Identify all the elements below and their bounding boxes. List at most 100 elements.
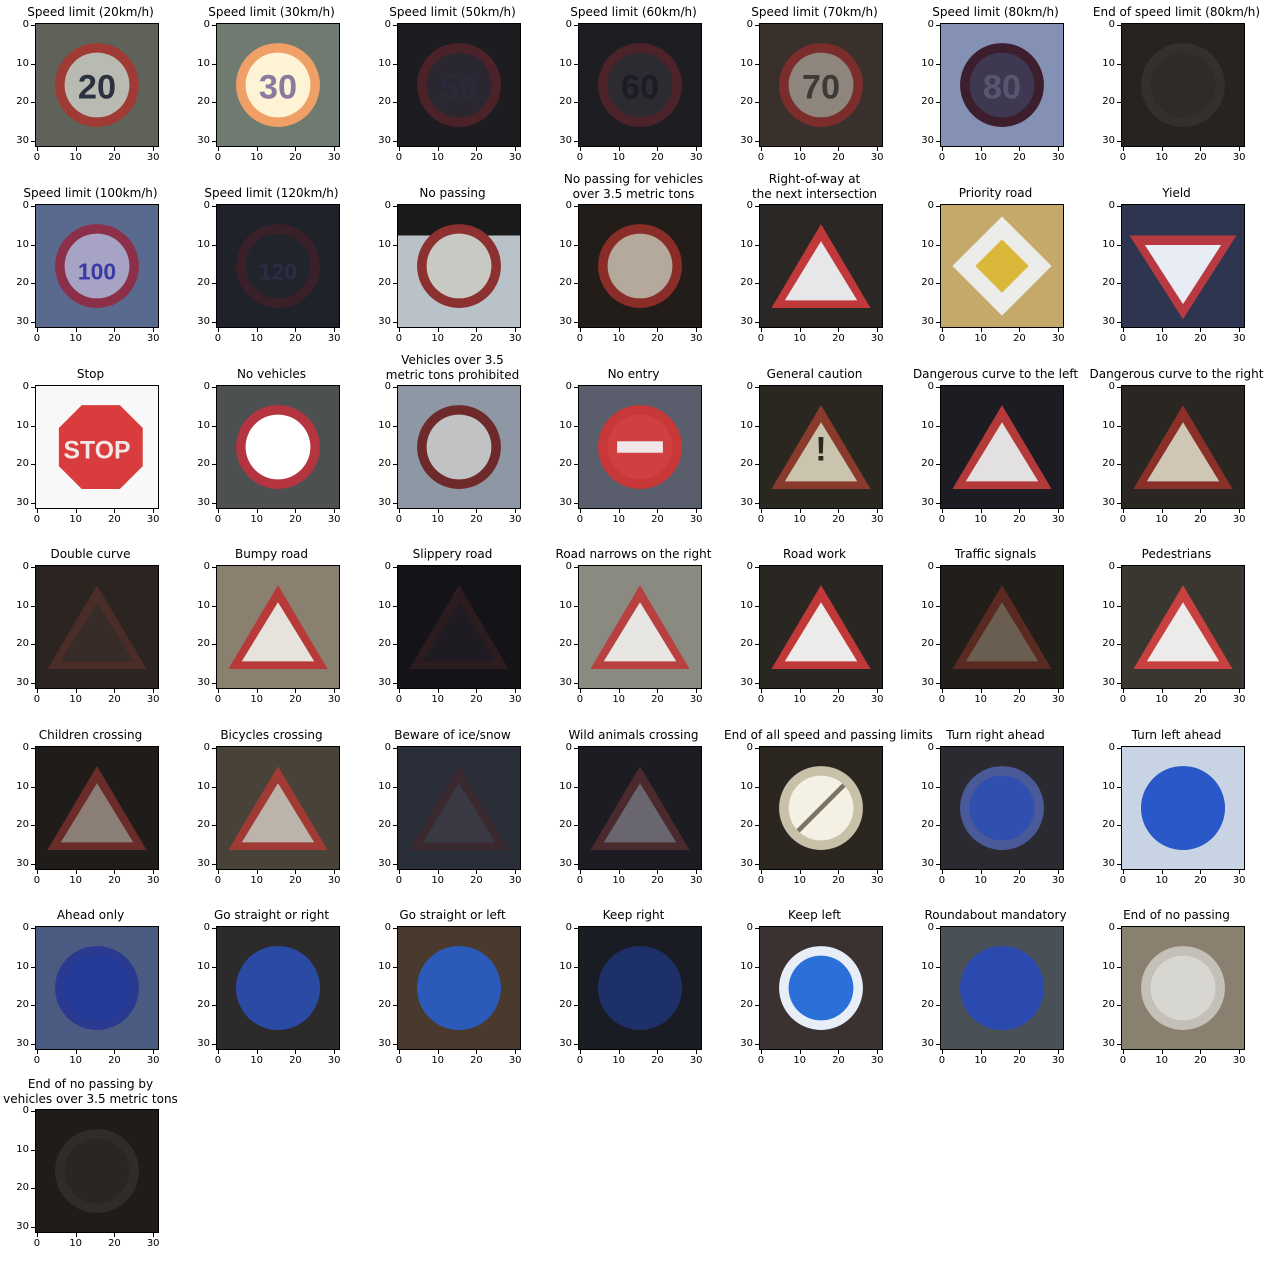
y-tick-mark [212, 683, 216, 685]
x-tick-label: 10 [1155, 152, 1169, 163]
y-tick-label: 30 [16, 135, 29, 147]
x-tick-mark [398, 1050, 400, 1054]
x-tick-mark [476, 870, 478, 874]
x-tick-label: 10 [793, 514, 807, 525]
x-tick-mark [1200, 870, 1202, 874]
sign-image-svg [941, 747, 1063, 869]
x-tick-label: 0 [214, 514, 222, 525]
sign-panel: Speed limit (30km/h) 30 0 0 10 10 20 20 30 30 [181, 0, 362, 176]
x-tick-label: 30 [327, 333, 341, 344]
y-tick-label: 30 [559, 677, 572, 689]
sign-image [759, 204, 883, 328]
y-tick-label: 0 [746, 741, 753, 753]
sign-panel: Children crossing 0 0 10 10 20 20 30 30 [0, 723, 181, 899]
x-tick-mark [760, 1050, 762, 1054]
sign-panel: End of speed limit (80km/h) 0 0 10 10 20 20 30 3… [1086, 0, 1267, 176]
x-tick-label: 20 [108, 152, 121, 163]
y-tick-mark [574, 786, 578, 788]
y-tick-mark [1117, 605, 1121, 607]
y-tick-mark [1117, 102, 1121, 104]
sign-image-svg [760, 205, 882, 327]
x-tick-mark [36, 870, 38, 874]
x-tick-label: 10 [793, 333, 807, 344]
x-tick-label: 0 [1119, 694, 1127, 705]
x-tick-mark [618, 689, 620, 693]
y-tick-label: 10 [921, 960, 934, 972]
x-tick-label: 30 [1232, 875, 1246, 886]
y-tick-label: 20 [921, 458, 934, 470]
sign-image [397, 385, 521, 509]
x-tick-mark [941, 689, 943, 693]
x-tick-mark [941, 509, 943, 513]
x-tick-mark [398, 328, 400, 332]
sign-image [1121, 23, 1245, 147]
y-tick-label: 0 [203, 741, 210, 753]
x-tick-mark [579, 328, 581, 332]
x-tick-mark [515, 689, 517, 693]
panel-title: Priority road [958, 186, 1033, 200]
x-tick-label: 10 [974, 152, 988, 163]
sign-panel: Dangerous curve to the left 0 0 10 10 20 20 30 3… [905, 362, 1086, 538]
y-tick-mark [31, 205, 35, 207]
x-tick-label: 20 [1013, 694, 1026, 705]
panel-title: Yield [1162, 186, 1191, 200]
sign-image-svg: 70 [760, 24, 882, 146]
y-tick-mark [1117, 24, 1121, 26]
x-tick-mark [515, 147, 517, 151]
x-tick-label: 10 [974, 1055, 988, 1066]
sign-image [397, 565, 521, 689]
y-tick-label: 30 [378, 858, 391, 870]
y-tick-label: 10 [559, 238, 572, 250]
sign-panel: End of no passing by vehicles over 3.5 m… [0, 1077, 181, 1262]
x-tick-label: 0 [576, 514, 584, 525]
panel-title: Slippery road [412, 547, 493, 561]
x-tick-mark [515, 870, 517, 874]
y-tick-label: 30 [1102, 135, 1115, 147]
y-tick-mark [393, 605, 397, 607]
x-tick-mark [760, 870, 762, 874]
y-tick-mark [755, 825, 759, 827]
y-tick-label: 10 [921, 238, 934, 250]
sign-panel: Vehicles over 3.5 metric tons prohibited… [362, 353, 543, 538]
panel-title: End of no passing [1123, 908, 1230, 922]
sign-image-svg: 100 [36, 205, 158, 327]
x-tick-label: 20 [108, 1238, 121, 1249]
y-tick-mark [393, 503, 397, 505]
y-tick-mark [212, 205, 216, 207]
y-tick-label: 0 [565, 560, 572, 572]
y-tick-label: 0 [22, 560, 29, 572]
y-tick-mark [755, 786, 759, 788]
panel-title: Speed limit (20km/h) [27, 5, 154, 19]
x-tick-label: 20 [289, 514, 302, 525]
y-tick-label: 30 [921, 497, 934, 509]
sign-image [1121, 926, 1245, 1050]
sign-image: 60 [578, 23, 702, 147]
x-tick-mark [1239, 509, 1241, 513]
sign-panel: Keep right 0 0 10 10 20 20 30 30 [543, 903, 724, 1079]
y-tick-mark [31, 24, 35, 26]
sign-panel: Turn right ahead 0 0 10 10 20 20 30 30 [905, 723, 1086, 899]
x-tick-mark [657, 689, 659, 693]
y-tick-label: 20 [1102, 638, 1115, 650]
sign-shape [64, 955, 130, 1021]
x-tick-mark [1161, 509, 1163, 513]
x-tick-mark [256, 328, 258, 332]
sign-panel: Stop STOP 0 0 10 10 20 20 30 30 [0, 362, 181, 538]
x-tick-mark [1122, 509, 1124, 513]
sign-image [397, 204, 521, 328]
y-tick-label: 0 [746, 18, 753, 30]
y-tick-mark [574, 24, 578, 26]
x-tick-label: 30 [508, 694, 522, 705]
y-tick-label: 10 [16, 238, 29, 250]
y-tick-label: 20 [16, 999, 29, 1011]
y-tick-label: 10 [378, 238, 391, 250]
sign-image-svg [217, 386, 339, 508]
x-tick-mark [838, 509, 840, 513]
y-tick-mark [393, 927, 397, 929]
sign-image-svg: 80 [941, 24, 1063, 146]
x-tick-mark [75, 328, 77, 332]
sign-panel: Yield 0 0 10 10 20 20 30 30 [1086, 181, 1267, 357]
sign-image-svg [760, 927, 882, 1049]
y-tick-mark [574, 566, 578, 568]
x-tick-mark [1200, 689, 1202, 693]
